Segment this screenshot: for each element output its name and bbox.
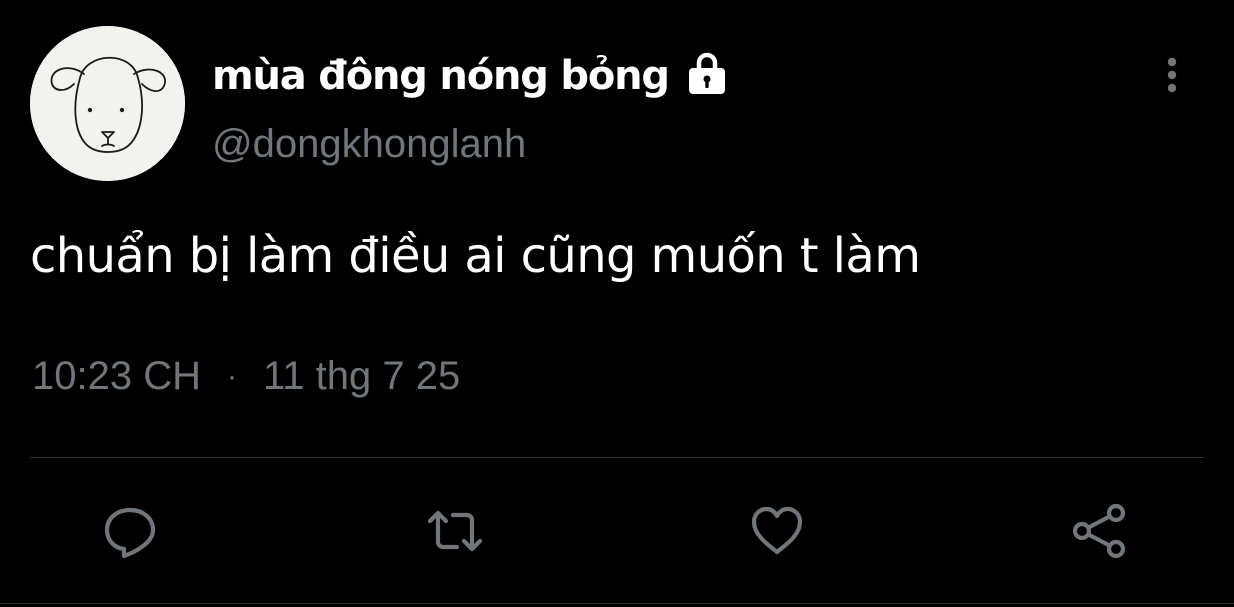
reply-button[interactable] [101,502,159,560]
share-button[interactable] [1070,502,1128,560]
user-name-row: mùa đông nóng bỏng [212,46,731,106]
more-vertical-icon [1167,57,1177,93]
display-name[interactable]: mùa đông nóng bỏng [212,53,670,99]
avatar[interactable] [30,26,185,181]
retweet-button[interactable] [426,502,484,560]
retweet-icon [427,510,483,552]
like-button[interactable] [748,502,806,560]
tweet-time: 10:23 CH [32,354,201,398]
user-handle[interactable]: @dongkhonglanh [212,122,526,167]
lock-icon [688,52,725,94]
tweet-date: 11 thg 7 25 [262,354,461,398]
divider [30,457,1204,458]
dog-avatar-drawing [30,26,185,181]
share-icon [1072,503,1126,559]
heart-icon [751,506,803,555]
timestamp-separator: · [226,359,237,393]
tweet-text: chuẩn bị làm điều ai cũng muốn t làm [30,228,921,284]
bottom-divider [0,603,1234,604]
tweet-card: mùa đông nóng bỏng @dongkhonglanh chuẩn … [0,0,1234,607]
tweet-timestamp[interactable]: 10:23 CH · 11 thg 7 25 [32,354,460,399]
more-options-button[interactable] [1150,52,1194,96]
reply-icon [104,507,156,559]
